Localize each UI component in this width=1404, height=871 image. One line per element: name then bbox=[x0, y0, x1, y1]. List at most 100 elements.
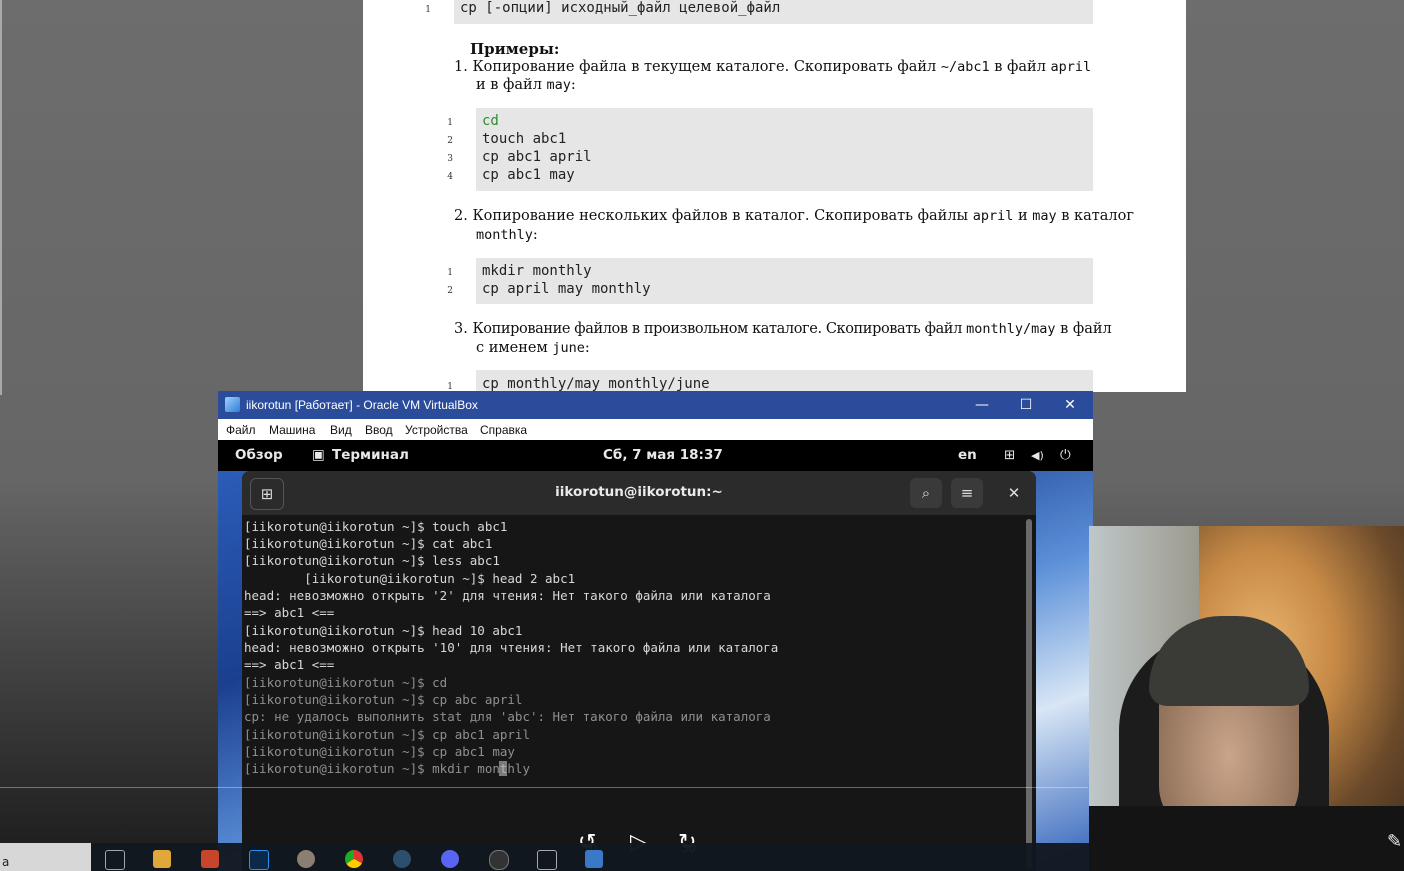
virtualbox-menubar: Файл Машина Вид Ввод Устройства Справка bbox=[218, 419, 1093, 440]
example-text: и в файл bbox=[476, 77, 547, 93]
inline-code: june bbox=[552, 340, 585, 356]
code-line: cd bbox=[482, 113, 499, 129]
virtualbox-titlebar[interactable]: iikorotun [Работает] - Oracle VM Virtual… bbox=[218, 391, 1093, 419]
terminal-line: [iikorotun@iikorotun ~]$ cat abc1 bbox=[244, 536, 493, 551]
code-line: cp abc1 may bbox=[482, 167, 575, 183]
volume-icon[interactable]: ◀) bbox=[1031, 449, 1044, 462]
inline-code: ~/abc1 bbox=[940, 59, 990, 75]
inline-code: april bbox=[972, 208, 1014, 224]
activities-button[interactable]: Обзор bbox=[235, 447, 283, 463]
close-button[interactable]: ✕ bbox=[1048, 391, 1092, 419]
example-text: и bbox=[1013, 208, 1033, 224]
edit-icon[interactable]: ✎ bbox=[1387, 831, 1402, 852]
example-3-line1: 3. Копирование файлов в произвольном кат… bbox=[454, 321, 1112, 337]
clock[interactable]: Сб, 7 мая 18:37 bbox=[603, 447, 723, 463]
app-icon[interactable] bbox=[297, 850, 315, 868]
terminal-line: cp: не удалось выполнить stat для 'abc':… bbox=[244, 709, 771, 724]
example-1-line2: и в файл may: bbox=[476, 77, 576, 93]
example-text: в файл bbox=[1055, 321, 1112, 337]
terminal-line: head: невозможно открыть '2' для чтения:… bbox=[244, 588, 771, 603]
example-text: : bbox=[532, 227, 538, 243]
menu-machine[interactable]: Машина bbox=[269, 423, 315, 437]
pdf-document-page[interactable]: 1 cp [-опции] исходный_файл целевой_файл… bbox=[363, 0, 1186, 392]
code-block-2: mkdir monthly cp april may monthly bbox=[476, 258, 1093, 304]
powerpoint-icon[interactable] bbox=[201, 850, 219, 868]
terminal-line: [iikorotun@iikorotun ~]$ cp abc1 april bbox=[244, 727, 530, 742]
windows-taskbar: a bbox=[0, 843, 1090, 871]
line-number: 4 bbox=[447, 172, 453, 182]
terminal-line: [iikorotun@iikorotun ~]$ mkdir monthly bbox=[244, 761, 530, 776]
taskbar-search[interactable]: a bbox=[0, 843, 91, 871]
cube-app-icon[interactable] bbox=[537, 850, 557, 870]
gnome-top-bar: Обзор ▣ Терминал Сб, 7 мая 18:37 en ⊞ ◀)… bbox=[218, 440, 1093, 471]
menu-view[interactable]: Вид bbox=[330, 423, 352, 437]
code-line: cp abc1 april bbox=[482, 149, 592, 165]
app-menu-terminal[interactable]: Терминал bbox=[332, 447, 409, 463]
syntax-code: cp [-опции] исходный_файл целевой_файл bbox=[460, 0, 781, 16]
network-icon[interactable]: ⊞ bbox=[1004, 447, 1015, 463]
menu-devices[interactable]: Устройства bbox=[405, 423, 468, 437]
inline-code: monthly/may bbox=[966, 321, 1056, 337]
code-block-3: cp monthly/may monthly/june bbox=[476, 370, 1093, 392]
webcam-overlay: ✎ bbox=[1089, 526, 1404, 871]
code-line: cp monthly/may monthly/june bbox=[482, 376, 710, 392]
example-text: : bbox=[570, 77, 576, 93]
terminal-line: [iikorotun@iikorotun ~]$ cd bbox=[244, 675, 448, 690]
chrome-icon[interactable] bbox=[345, 850, 363, 868]
host-window-edge bbox=[0, 0, 2, 395]
examples-heading: Примеры: bbox=[470, 40, 560, 58]
search-icon[interactable]: ⌕ bbox=[910, 478, 942, 508]
example-text: Копирование файла в текущем каталоге. Ск… bbox=[472, 59, 941, 75]
example-number: 1. bbox=[454, 59, 468, 75]
line-number: 1 bbox=[447, 268, 453, 278]
terminal-line: [iikorotun@iikorotun ~]$ head 10 abc1 bbox=[244, 623, 523, 638]
terminal-line: [iikorotun@iikorotun ~]$ cp abc april bbox=[244, 692, 523, 707]
inline-code: may bbox=[1032, 208, 1057, 224]
steam-icon[interactable] bbox=[393, 850, 411, 868]
virtualbox-taskbar-icon[interactable] bbox=[585, 850, 603, 868]
virtualbox-window[interactable]: iikorotun [Работает] - Oracle VM Virtual… bbox=[218, 391, 1093, 871]
menu-file[interactable]: Файл bbox=[226, 423, 256, 437]
input-language[interactable]: en bbox=[958, 447, 977, 463]
line-number: 2 bbox=[447, 286, 453, 296]
minimize-button[interactable]: — bbox=[960, 391, 1004, 419]
task-view-icon[interactable] bbox=[105, 850, 125, 870]
maximize-button[interactable]: ☐ bbox=[1004, 391, 1048, 419]
example-2-line1: 2. Копирование нескольких файлов в катал… bbox=[454, 208, 1134, 224]
line-number: 3 bbox=[447, 154, 453, 164]
example-text: Копирование файлов в произвольном катало… bbox=[472, 321, 967, 337]
example-number: 2. bbox=[454, 208, 468, 224]
syntax-code-box: cp [-опции] исходный_файл целевой_файл bbox=[454, 0, 1093, 24]
power-icon[interactable]: ⏻ bbox=[1060, 447, 1071, 463]
example-number: 3. bbox=[454, 321, 468, 337]
terminal-line: [iikorotun@iikorotun ~]$ touch abc1 bbox=[244, 519, 508, 534]
terminal-line: ==> abc1 <== bbox=[244, 605, 335, 620]
video-progress-bar[interactable] bbox=[0, 787, 1088, 788]
terminal-output[interactable]: [iikorotun@iikorotun ~]$ touch abc1 [iik… bbox=[244, 517, 1024, 871]
terminal-headerbar: ⊞ iikorotun@iikorotun:~ ⌕ ≡ ✕ bbox=[242, 471, 1036, 515]
obs-icon[interactable] bbox=[489, 850, 509, 870]
terminal-line: head: невозможно открыть '10' для чтения… bbox=[244, 640, 779, 655]
example-text: в каталог bbox=[1056, 208, 1134, 224]
close-icon[interactable]: ✕ bbox=[998, 478, 1030, 508]
example-3-line2: с именем june: bbox=[476, 340, 590, 356]
menu-icon[interactable]: ≡ bbox=[951, 478, 983, 508]
terminal-window[interactable]: ⊞ iikorotun@iikorotun:~ ⌕ ≡ ✕ [iikorotun… bbox=[242, 471, 1036, 871]
menu-help[interactable]: Справка bbox=[480, 423, 527, 437]
search-text: a bbox=[2, 855, 10, 869]
terminal-line: [iikorotun@iikorotun ~]$ less abc1 bbox=[244, 553, 500, 568]
photoshop-icon[interactable] bbox=[249, 850, 269, 870]
code-line: touch abc1 bbox=[482, 131, 567, 147]
example-2-line2: monthly: bbox=[476, 227, 538, 243]
terminal-app-icon: ▣ bbox=[312, 447, 325, 463]
line-number: 2 bbox=[447, 136, 453, 146]
file-explorer-icon[interactable] bbox=[153, 850, 171, 868]
inline-code: monthly bbox=[476, 227, 533, 243]
line-number: 1 bbox=[447, 118, 453, 128]
terminal-line: [iikorotun@iikorotun ~]$ head 2 abc1 bbox=[244, 571, 576, 586]
menu-input[interactable]: Ввод bbox=[365, 423, 393, 437]
line-number: 1 bbox=[425, 5, 431, 15]
terminal-scrollbar[interactable] bbox=[1026, 519, 1032, 869]
text-cursor bbox=[499, 761, 507, 776]
app-icon[interactable] bbox=[441, 850, 459, 868]
